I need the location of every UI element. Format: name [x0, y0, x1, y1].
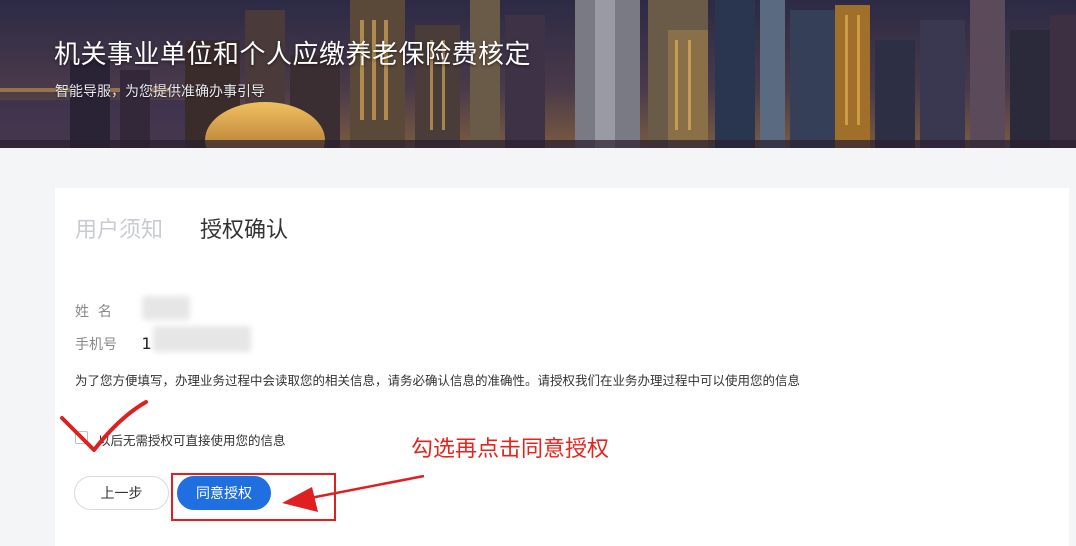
name-row: 姓 名 — [75, 301, 137, 321]
city-skyline-background — [0, 0, 1076, 148]
remember-authorization-label[interactable]: 以后无需授权可直接使用您的信息 — [98, 430, 286, 449]
name-redaction — [142, 296, 190, 320]
previous-step-button[interactable]: 上一步 — [74, 476, 169, 510]
annotation-highlight-box — [171, 473, 336, 521]
remember-authorization-checkbox[interactable] — [75, 431, 88, 444]
phone-redaction — [153, 326, 251, 352]
authorization-notice: 为了您方便填写，办理业务过程中会读取您的相关信息，请务必确认信息的准确性。请授权… — [75, 373, 801, 388]
name-label: 姓 名 — [75, 304, 112, 320]
phone-prefix: 1 — [141, 334, 152, 353]
annotation-instruction: 勾选再点击同意授权 — [411, 437, 610, 462]
tab-user-notice[interactable]: 用户须知 — [75, 212, 163, 244]
phone-value: 1 — [141, 334, 151, 353]
phone-label: 手机号 — [75, 337, 117, 353]
phone-row: 手机号 1 — [75, 334, 152, 354]
page-subtitle: 智能导服，为您提供准确办事引导 — [55, 84, 265, 100]
header-banner: 机关事业单位和个人应缴养老保险费核定 智能导服，为您提供准确办事引导 — [0, 0, 1076, 148]
page-title: 机关事业单位和个人应缴养老保险费核定 — [54, 40, 532, 70]
tab-authorization-confirm[interactable]: 授权确认 — [200, 212, 288, 244]
